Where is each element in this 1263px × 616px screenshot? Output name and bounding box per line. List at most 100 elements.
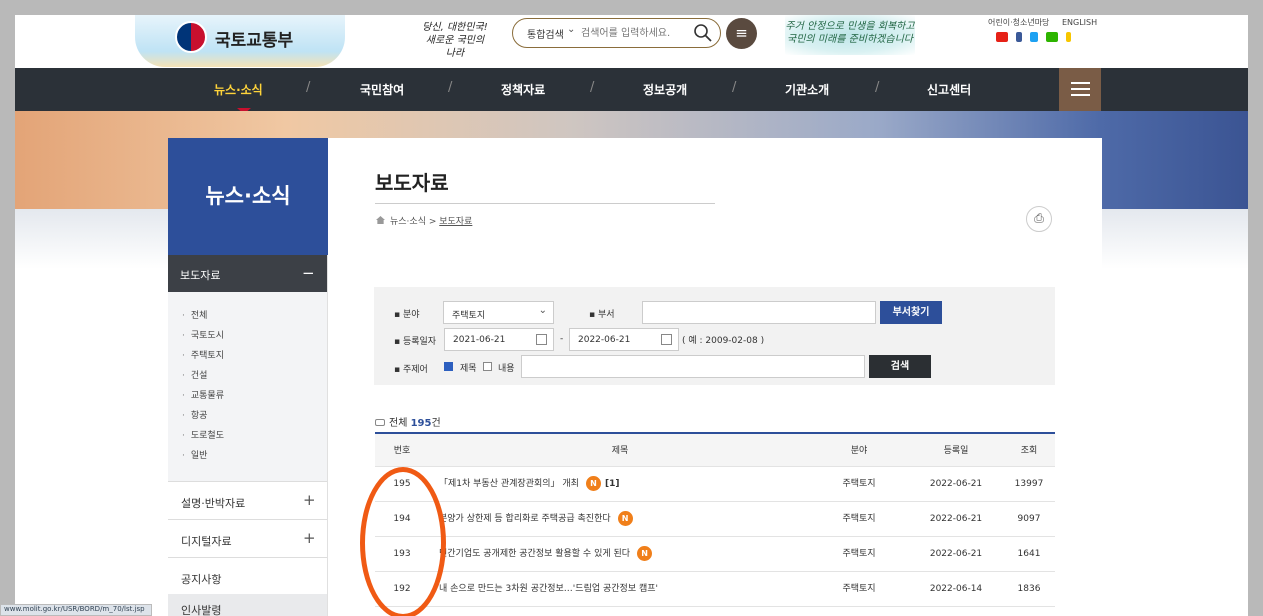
utility-links: 어린이·청소년마당 ENGLISH [988,17,1107,28]
search-icon[interactable] [693,23,713,43]
page-title: 보도자료 [375,171,449,195]
press-release-table: 번호 제목 분야 등록일 조회 195 「제1차 부동산 관계장관회의」 개최 N… [375,432,1055,607]
main-nav: 뉴스·소식 / 국민참여 / 정책자료 / 정보공개 / 기관소개 / 신고센터 [15,68,1248,114]
nav-policy[interactable]: 정책자료 [501,81,545,98]
sidebar-item-digital[interactable]: 디지털자료 + [168,519,327,557]
chevron-down-icon[interactable]: ⌄ [567,24,575,35]
nav-separator: / [732,80,737,95]
field-select[interactable]: 주택토지 ⌄ [443,301,554,324]
breadcrumb-current[interactable]: 보도자료 [439,217,472,227]
breadcrumb: 뉴스·소식 > 보도자료 [376,214,472,227]
total-count: 전체 195건 [375,414,441,429]
field-label: ▪ 분야 [394,310,420,320]
table-row[interactable]: 192 내 손으로 만드는 3차원 공간정보…'드림업 공간정보 캠프' 주택토… [375,572,1055,607]
collapse-icon[interactable]: − [302,264,315,282]
sitemap-icon[interactable]: ≡ [726,18,757,49]
title-checkbox-label: 제목 [460,364,477,374]
sidebar-item-rebuttal[interactable]: 설명·반박자료 + [168,481,327,519]
chevron-down-icon: ⌄ [538,305,547,316]
date-hint: ( 예 : 2009-02-08 ) [682,336,765,346]
policy-banner[interactable]: 주거 안정으로 민생을 회복하고 국민의 미래를 준비하겠습니다 [785,15,915,55]
find-dept-button[interactable]: 부서찾기 [880,301,942,324]
row-date: 2022-06-21 [929,549,983,559]
nav-report[interactable]: 신고센터 [927,81,971,98]
table-row[interactable]: 194 분양가 상한제 등 합리화로 주택공급 촉진한다 N 주택토지 2022-… [375,502,1055,537]
search-category[interactable]: 통합검색 [527,26,564,41]
sidebar-item-label: 디지털자료 [181,535,232,548]
hamburger-menu-icon[interactable] [1059,68,1101,111]
search-filter: ▪ 분야 주택토지 ⌄ ▪ 부서 부서찾기 ▪ 등록일자 2021-06-21 -… [374,287,1055,385]
title-divider [375,203,715,204]
kakao-icon[interactable] [1066,32,1071,42]
layers-icon [375,419,385,426]
row-title[interactable]: 분양가 상한제 등 합리화로 주택공급 촉진한다 N [439,502,819,536]
logo-text: 국토교통부 [215,31,294,51]
new-badge: N [637,546,653,561]
youtube-icon[interactable] [996,32,1008,42]
browser-viewport: 국토교통부 당신, 대한민국! 새로운 국민의 나라 통합검색 ⌄ ≡ 주거 안… [15,15,1248,616]
row-field: 주택토지 [842,479,876,489]
nav-participation[interactable]: 국민참여 [360,81,404,98]
date-from-field[interactable]: 2021-06-21 [444,328,554,351]
table-row[interactable]: 195 「제1차 부동산 관계장관회의」 개최 N [1] 주택토지 2022-06… [375,467,1055,502]
kids-link[interactable]: 어린이·청소년마당 [988,18,1049,27]
row-no: 193 [393,549,411,559]
breadcrumb-news[interactable]: 뉴스·소식 [390,217,426,227]
row-title[interactable]: 내 손으로 만드는 3차원 공간정보…'드림업 공간정보 캠프' [439,572,819,606]
print-icon[interactable]: ⎙ [1026,206,1052,232]
sidebar-item-press-release[interactable]: 보도자료 − [168,255,327,292]
sidebar-item-personnel[interactable]: 인사발령 [168,594,327,616]
dept-label: ▪ 부서 [589,310,615,320]
sub-item-all[interactable]: 전체 [182,309,224,329]
row-date: 2022-06-21 [929,514,983,524]
date-label: ▪ 등록일자 [394,337,437,347]
nav-separator: / [875,80,880,95]
row-title[interactable]: 「제1차 부동산 관계장관회의」 개최 N [1] [439,467,819,501]
sidebar-title: 뉴스·소식 [168,138,328,255]
site-logo[interactable]: 국토교통부 [135,15,345,67]
body-checkbox[interactable] [483,362,492,371]
table-row[interactable]: 193 민간기업도 공개제한 공간정보 활용할 수 있게 된다 N 주택토지 20… [375,537,1055,572]
nav-separator: / [590,80,595,95]
table-header-row: 번호 제목 분야 등록일 조회 [375,434,1055,467]
expand-icon[interactable]: + [303,529,316,547]
sub-item-housing[interactable]: 주택토지 [182,349,224,369]
row-date: 2022-06-21 [929,479,983,489]
row-views: 13997 [1014,479,1044,489]
row-no: 195 [393,479,411,489]
sub-item-land-city[interactable]: 국토도시 [182,329,224,349]
row-views: 1836 [1017,584,1041,594]
sub-item-general[interactable]: 일반 [182,449,224,469]
sidebar-item-label: 공지사항 [181,573,222,586]
sidebar-sub-list: 전체 국토도시 주택토지 건설 교통물류 항공 도로철도 일반 [182,309,224,469]
header-views: 조회 [1020,446,1038,456]
home-icon[interactable] [376,216,385,224]
date-to-field[interactable]: 2022-06-21 [569,328,679,351]
sub-item-aviation[interactable]: 항공 [182,409,224,429]
twitter-icon[interactable] [1030,32,1038,42]
calendar-icon[interactable] [661,334,672,345]
sub-item-logistics[interactable]: 교통물류 [182,389,224,409]
english-link[interactable]: ENGLISH [1062,18,1097,27]
dept-input[interactable] [642,301,876,324]
topic-label: ▪ 주제어 [394,365,428,375]
sub-item-road-rail[interactable]: 도로철도 [182,429,224,449]
expand-icon[interactable]: + [303,491,316,509]
new-badge: N [585,476,601,491]
facebook-icon[interactable] [1016,32,1022,42]
blog-icon[interactable] [1046,32,1058,42]
title-checkbox[interactable] [444,362,453,371]
comment-count: [1] [604,479,620,489]
row-title[interactable]: 민간기업도 공개제한 공간정보 활용할 수 있게 된다 N [439,537,819,571]
keyword-input[interactable] [521,355,865,378]
search-input[interactable] [581,25,689,41]
search-button[interactable]: 검색 [869,355,931,378]
row-views: 1641 [1017,549,1041,559]
nav-about[interactable]: 기관소개 [785,81,829,98]
search-bar: 통합검색 ⌄ [512,18,721,48]
nav-news[interactable]: 뉴스·소식 [214,81,263,98]
sidebar-item-notice[interactable]: 공지사항 [168,557,327,595]
sub-item-construction[interactable]: 건설 [182,369,224,389]
nav-disclosure[interactable]: 정보공개 [643,81,687,98]
calendar-icon[interactable] [536,334,547,345]
